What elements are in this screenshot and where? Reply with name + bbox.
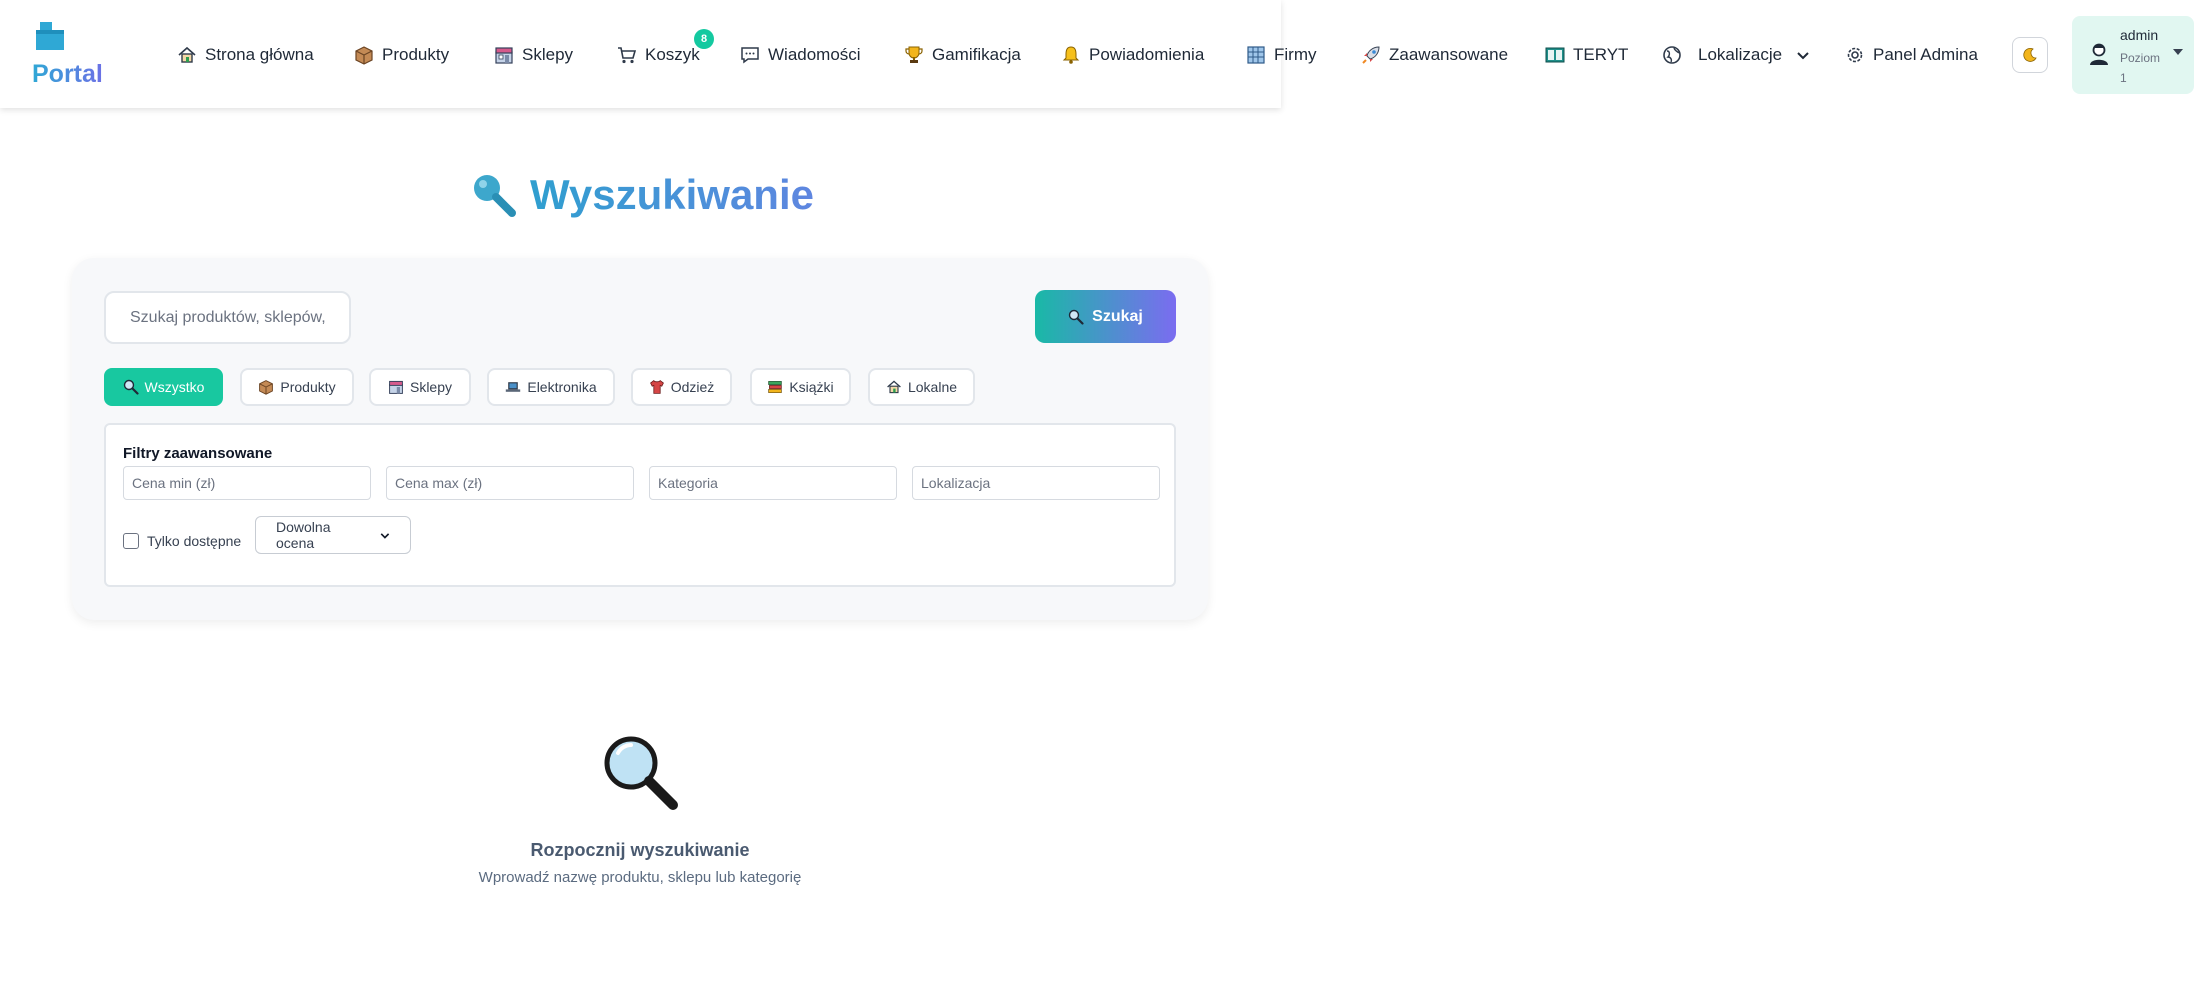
globe-icon (1663, 46, 1681, 64)
nav-item-stores[interactable]: Sklepy (494, 40, 573, 70)
nav-item-cart[interactable]: Koszyk (617, 40, 700, 70)
caret-down-icon (2173, 49, 2183, 55)
nav-item-label: Lokalizacje (1698, 45, 1783, 64)
chip-label: Lokalne (907, 379, 958, 395)
brand-logo[interactable]: Portal (30, 20, 110, 90)
chip-label: Odzież (670, 379, 715, 395)
available-only-label: Tylko dostępne (147, 533, 242, 549)
chevron-down-icon (380, 532, 390, 539)
category-chip-local[interactable]: Lokalne (868, 368, 975, 406)
category-chip-products[interactable]: Produkty (240, 368, 354, 406)
nav-item-label: Firmy (1274, 45, 1317, 64)
category-chip-electronics[interactable]: Elektronika (487, 368, 615, 406)
nav-item-advanced[interactable]: Zaawansowane (1361, 40, 1508, 70)
nav-item-label: Panel Admina (1873, 45, 1978, 64)
moon-icon (2023, 48, 2037, 62)
price-min-input[interactable] (123, 466, 371, 500)
chat-icon (741, 47, 759, 64)
empty-state-title: Rozpocznij wyszukiwanie (530, 840, 750, 860)
house-icon (887, 380, 901, 394)
search-button-label: Szukaj (1092, 307, 1143, 325)
price-max-input[interactable] (386, 466, 634, 500)
rating-select-value: Dowolna ocena (276, 519, 331, 551)
nav-item-products[interactable]: Produkty (354, 40, 449, 70)
laptop-icon (506, 382, 521, 392)
theme-toggle-button[interactable] (2012, 37, 2048, 73)
box-icon (259, 380, 274, 395)
category-chip-all[interactable]: Wszystko (104, 368, 223, 406)
nav-item-gamification[interactable]: Gamifikacja (904, 40, 1021, 70)
nav-item-admin-panel[interactable]: Panel Admina (1845, 40, 1978, 70)
chip-label: Produkty (280, 379, 336, 395)
nav-item-teryt[interactable]: TERYT (1545, 40, 1628, 70)
empty-state-subtitle: Wprowadź nazwę produktu, sklepu lub kate… (478, 869, 802, 886)
nav-item-label: Strona główna (205, 45, 314, 64)
magnifier-title-icon (474, 175, 516, 217)
nav-item-locations-dropdown[interactable]: Lokalizacje (1662, 40, 1810, 70)
category-chip-stores[interactable]: Sklepy (369, 368, 471, 406)
bell-icon (1062, 46, 1080, 64)
nav-item-label: TERYT (1573, 45, 1629, 64)
page-title-area: Wyszukiwanie (470, 170, 814, 220)
store-icon (389, 380, 403, 394)
nav-item-messages[interactable]: Wiadomości (740, 40, 861, 70)
nav-item-home[interactable]: Strona główna (177, 40, 314, 70)
search-card: Szukaj Wszystko Produkty Sklepy (72, 258, 1208, 620)
nav-item-label: Sklepy (522, 45, 574, 64)
category-input[interactable] (649, 466, 897, 500)
nav-item-label: Gamifikacja (932, 45, 1021, 64)
nav-item-companies[interactable]: Firmy (1246, 40, 1316, 70)
chip-label: Wszystko (144, 379, 205, 395)
nav-item-label: Zaawansowane (1389, 45, 1509, 64)
chevron-down-icon (1797, 52, 1809, 60)
cart-count-badge: 8 (694, 29, 714, 49)
user-menu[interactable]: admin Poziom 1 (2072, 16, 2194, 94)
user-level: Poziom 1 (2120, 51, 2161, 85)
building-icon (1247, 46, 1265, 64)
chip-label: Książki (789, 379, 834, 395)
nav-item-label: Powiadomienia (1089, 45, 1205, 64)
advanced-filters-title: Filtry zaawansowane (123, 445, 273, 462)
shirt-icon (649, 379, 664, 394)
avatar (2090, 43, 2108, 65)
empty-state-magnifier-icon (604, 736, 678, 810)
nav-item-label: Produkty (382, 45, 450, 64)
chip-label: Elektronika (527, 379, 597, 395)
books-icon (768, 381, 783, 393)
chip-label: Sklepy (409, 379, 453, 395)
store-icon (495, 47, 513, 64)
map-book-icon (1545, 47, 1565, 63)
search-icon (123, 379, 139, 395)
search-icon (1068, 309, 1084, 325)
navbar: Portal Strona główna Produkty Sklepy Kos… (0, 0, 2194, 108)
rocket-icon (1362, 46, 1380, 64)
search-input[interactable] (104, 291, 351, 344)
home-icon (178, 46, 196, 63)
location-input[interactable] (912, 466, 1160, 500)
category-chip-books[interactable]: Książki (750, 368, 851, 406)
available-only-option[interactable]: Tylko dostępne (123, 532, 241, 550)
nav-item-label: Wiadomości (768, 45, 861, 64)
gear-icon (1847, 47, 1863, 63)
cart-icon (618, 47, 637, 64)
nav-item-label: Koszyk (645, 45, 700, 64)
advanced-filters-panel: Filtry zaawansowane Tylko dostępne Dowol… (104, 423, 1176, 587)
search-button[interactable]: Szukaj (1035, 290, 1176, 343)
portal-logo-icon (36, 22, 64, 50)
category-chip-clothing[interactable]: Odzież (631, 368, 732, 406)
available-only-checkbox[interactable] (123, 533, 139, 549)
brand-name: Portal (32, 60, 103, 88)
rating-select[interactable]: Dowolna ocena (255, 516, 411, 554)
user-name: admin (2120, 27, 2159, 43)
nav-item-notifications[interactable]: Powiadomienia (1061, 40, 1204, 70)
page-title: Wyszukiwanie (530, 171, 814, 218)
box-icon (355, 46, 373, 65)
trophy-icon (905, 46, 923, 63)
